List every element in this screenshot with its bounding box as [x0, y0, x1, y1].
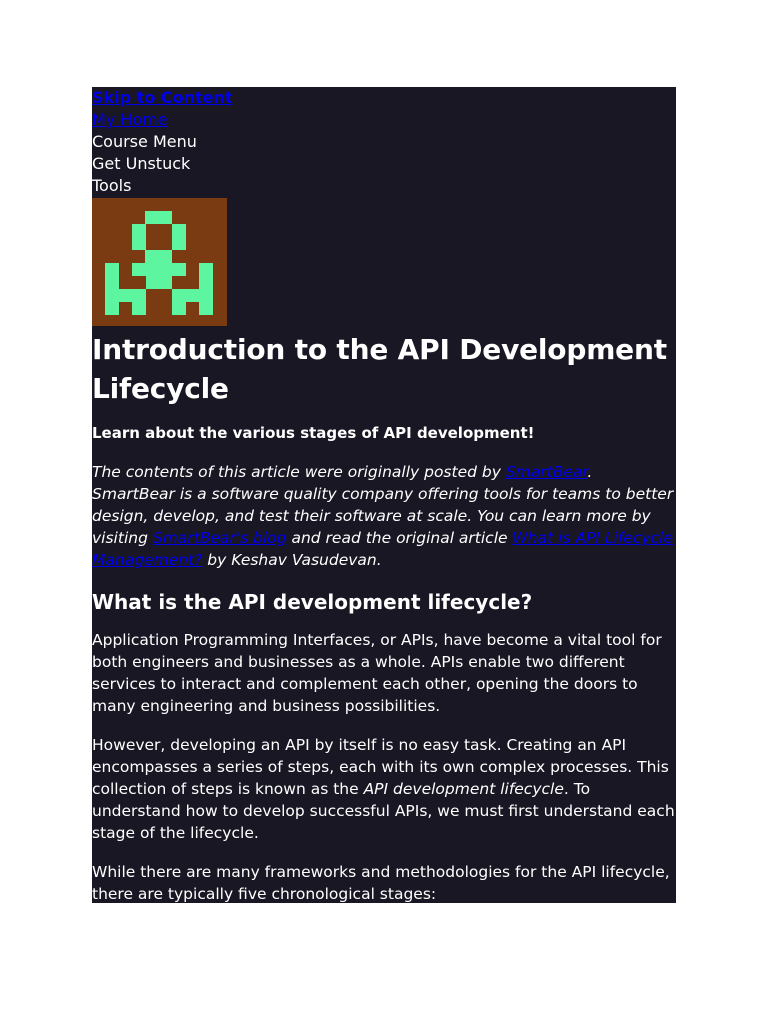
section-heading: What is the API development lifecycle? [92, 590, 533, 614]
smartbear-blog-link[interactable]: SmartBear's blog [153, 529, 287, 547]
pixel-figure-logo-icon[interactable] [92, 198, 227, 326]
paragraph-2-emphasis: API development lifecycle [363, 780, 564, 798]
intro-paragraph: The contents of this article were origin… [92, 461, 676, 571]
get-unstuck-item[interactable]: Get Unstuck [92, 153, 676, 175]
intro-text-3: and read the original article [286, 529, 513, 547]
skip-to-content-link[interactable]: Skip to Content [92, 87, 676, 109]
paragraph-1: Application Programming Interfaces, or A… [92, 631, 662, 715]
course-menu-item[interactable]: Course Menu [92, 131, 676, 153]
paragraph-3: While there are many frameworks and meth… [92, 863, 670, 903]
intro-text-4: by Keshav Vasudevan. [202, 551, 382, 569]
article-title: Introduction to the API Development Life… [92, 333, 667, 405]
page-content: Skip to Content My Home Course Menu Get … [92, 87, 676, 903]
smartbear-link[interactable]: SmartBear [506, 463, 588, 481]
my-home-link[interactable]: My Home [92, 109, 676, 131]
intro-text-1: The contents of this article were origin… [92, 463, 506, 481]
tools-item[interactable]: Tools [92, 175, 676, 197]
paragraph-2: However, developing an API by itself is … [92, 734, 676, 844]
article-subtitle: Learn about the various stages of API de… [92, 424, 535, 442]
